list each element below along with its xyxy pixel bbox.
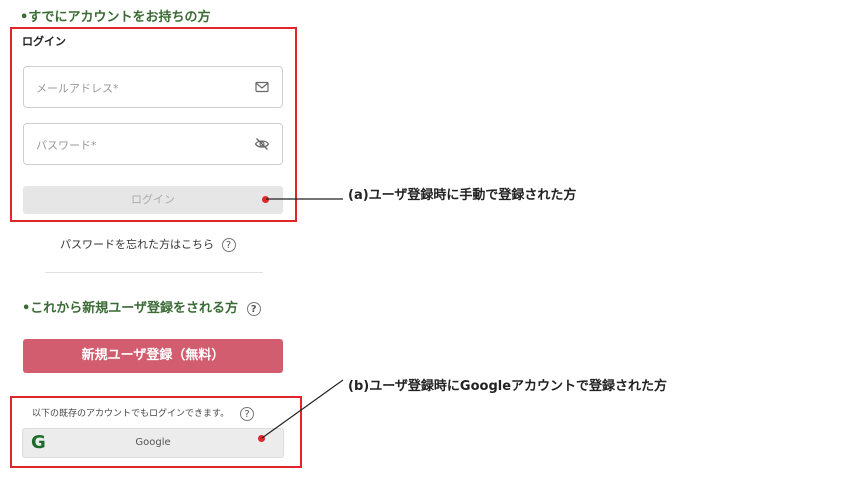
annotation-b-text: (b)ユーザ登録時にGoogleアカウントで登録された方 — [348, 379, 668, 394]
annotation-b-line — [261, 379, 344, 439]
annotation-leader-lines — [261, 198, 344, 439]
annotation-a-text: (a)ユーザ登録時に手動で登録された方 — [348, 188, 577, 203]
